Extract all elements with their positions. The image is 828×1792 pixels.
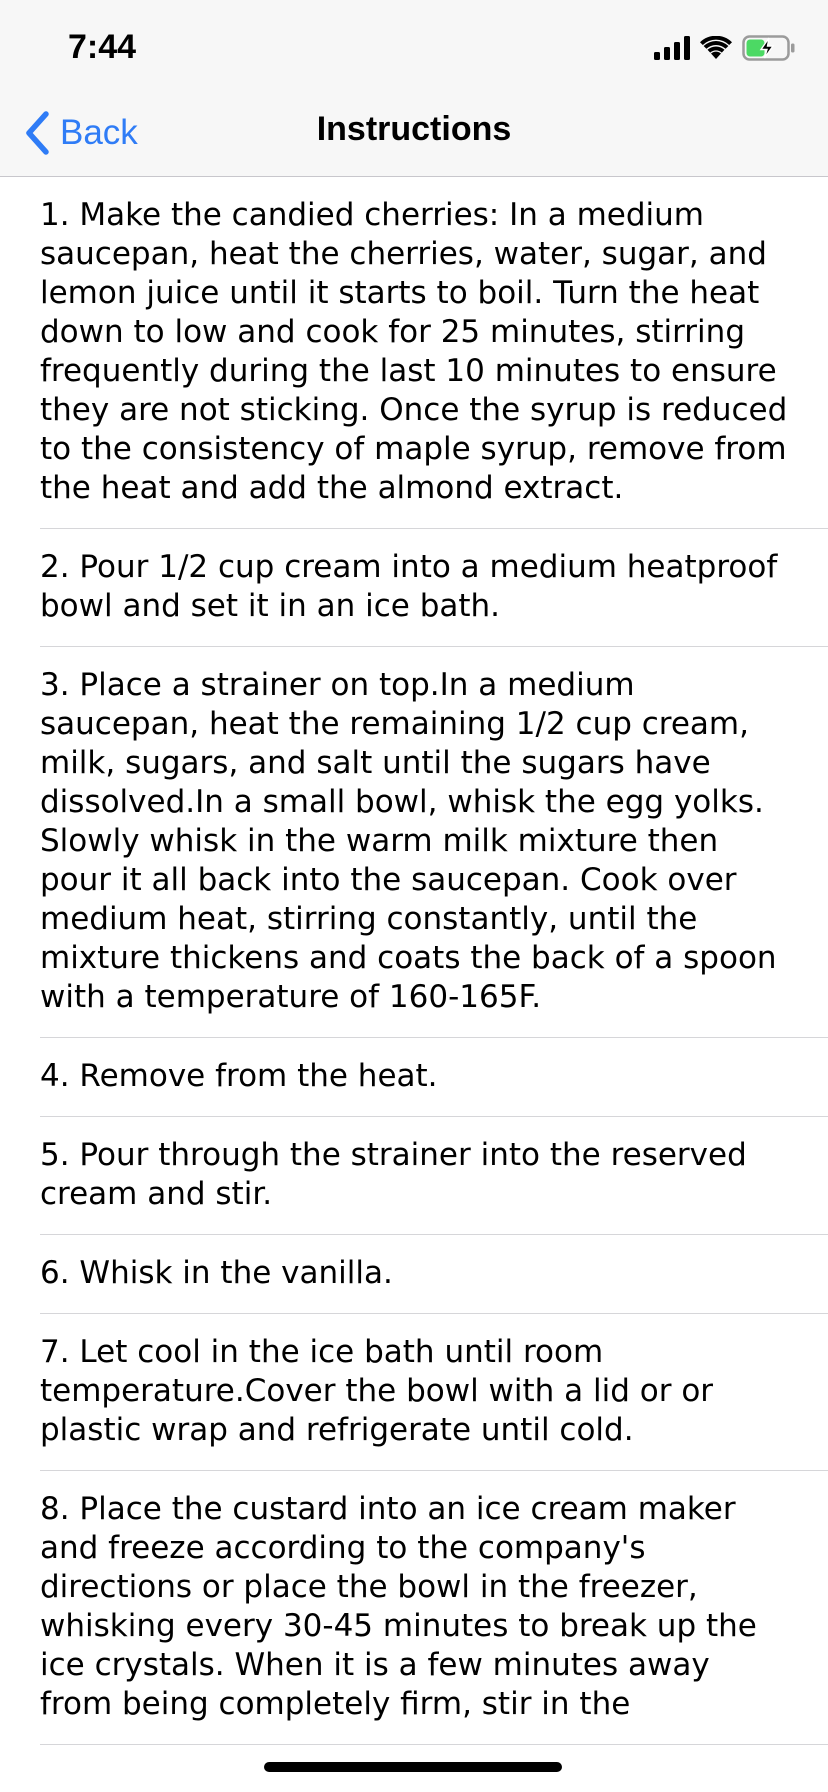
page-title: Instructions (316, 110, 512, 148)
navigation-bar: Back Instructions (0, 88, 828, 177)
instruction-step[interactable]: 2. Pour 1/2 cup cream into a medium heat… (40, 529, 828, 647)
instruction-step[interactable]: 1. Make the candied cherries: In a mediu… (40, 177, 828, 529)
battery-charging-icon (742, 35, 795, 61)
instruction-step[interactable]: 8. Place the custard into an ice cream m… (40, 1471, 828, 1745)
instruction-step[interactable]: 6. Whisk in the vanilla. (40, 1235, 828, 1314)
cellular-signal-icon (654, 36, 690, 60)
status-icons (654, 34, 796, 62)
instructions-list[interactable]: 1. Make the candied cherries: In a mediu… (0, 177, 828, 1792)
status-time: 7:44 (68, 28, 137, 66)
home-indicator[interactable] (264, 1762, 562, 1772)
instruction-step[interactable]: 7. Let cool in the ice bath until room t… (40, 1314, 828, 1471)
status-bar: 7:44 (0, 0, 828, 88)
instruction-step[interactable]: 3. Place a strainer on top.In a medium s… (40, 647, 828, 1038)
wifi-icon (700, 36, 732, 59)
instruction-step[interactable]: 4. Remove from the heat. (40, 1038, 828, 1117)
instruction-step[interactable]: 5. Pour through the strainer into the re… (40, 1117, 828, 1235)
